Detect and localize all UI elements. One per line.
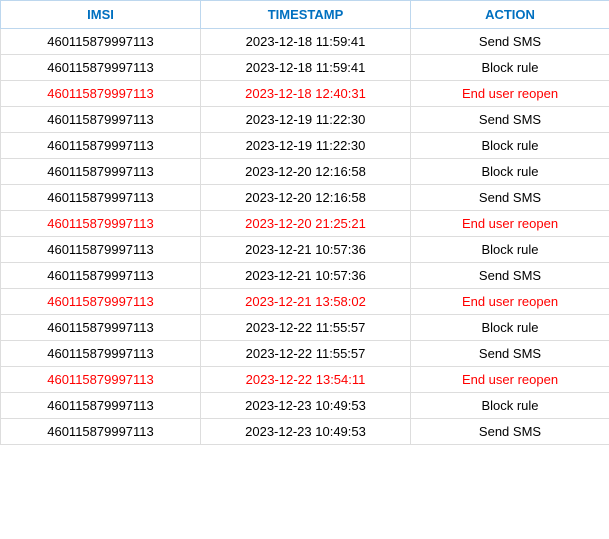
cell-imsi: 460115879997113	[1, 81, 201, 107]
header-timestamp: TIMESTAMP	[201, 1, 411, 29]
table-row: 4601158799971132023-12-20 12:16:58Send S…	[1, 185, 609, 211]
cell-action: Block rule	[411, 315, 609, 341]
table-row: 4601158799971132023-12-19 11:22:30Block …	[1, 133, 609, 159]
cell-imsi: 460115879997113	[1, 393, 201, 419]
table-row: 4601158799971132023-12-18 11:59:41Block …	[1, 55, 609, 81]
cell-timestamp: 2023-12-21 13:58:02	[201, 289, 411, 315]
cell-imsi: 460115879997113	[1, 185, 201, 211]
cell-action: Send SMS	[411, 185, 609, 211]
cell-action: Send SMS	[411, 107, 609, 133]
table-row: 4601158799971132023-12-18 12:40:31End us…	[1, 81, 609, 107]
data-table: IMSI TIMESTAMP ACTION 460115879997113202…	[0, 0, 609, 445]
cell-imsi: 460115879997113	[1, 107, 201, 133]
cell-timestamp: 2023-12-20 21:25:21	[201, 211, 411, 237]
table-row: 4601158799971132023-12-19 11:22:30Send S…	[1, 107, 609, 133]
cell-imsi: 460115879997113	[1, 211, 201, 237]
cell-imsi: 460115879997113	[1, 419, 201, 445]
cell-action: Send SMS	[411, 419, 609, 445]
cell-imsi: 460115879997113	[1, 55, 201, 81]
cell-action: Send SMS	[411, 341, 609, 367]
table-row: 4601158799971132023-12-18 11:59:41Send S…	[1, 29, 609, 55]
cell-timestamp: 2023-12-21 10:57:36	[201, 263, 411, 289]
cell-timestamp: 2023-12-20 12:16:58	[201, 159, 411, 185]
cell-action: End user reopen	[411, 367, 609, 393]
cell-action: Block rule	[411, 237, 609, 263]
table-row: 4601158799971132023-12-23 10:49:53Block …	[1, 393, 609, 419]
table-row: 4601158799971132023-12-21 10:57:36Block …	[1, 237, 609, 263]
cell-timestamp: 2023-12-19 11:22:30	[201, 107, 411, 133]
cell-timestamp: 2023-12-22 11:55:57	[201, 341, 411, 367]
cell-action: Send SMS	[411, 263, 609, 289]
cell-timestamp: 2023-12-21 10:57:36	[201, 237, 411, 263]
cell-imsi: 460115879997113	[1, 341, 201, 367]
header-action: ACTION	[411, 1, 609, 29]
cell-timestamp: 2023-12-23 10:49:53	[201, 419, 411, 445]
cell-imsi: 460115879997113	[1, 159, 201, 185]
cell-timestamp: 2023-12-18 11:59:41	[201, 29, 411, 55]
table-row: 4601158799971132023-12-21 10:57:36Send S…	[1, 263, 609, 289]
table-row: 4601158799971132023-12-22 11:55:57Block …	[1, 315, 609, 341]
table-row: 4601158799971132023-12-20 12:16:58Block …	[1, 159, 609, 185]
cell-imsi: 460115879997113	[1, 237, 201, 263]
table-row: 4601158799971132023-12-20 21:25:21End us…	[1, 211, 609, 237]
cell-timestamp: 2023-12-18 12:40:31	[201, 81, 411, 107]
cell-action: Block rule	[411, 55, 609, 81]
cell-action: Block rule	[411, 393, 609, 419]
header-imsi: IMSI	[1, 1, 201, 29]
table-row: 4601158799971132023-12-22 13:54:11End us…	[1, 367, 609, 393]
table-row: 4601158799971132023-12-22 11:55:57Send S…	[1, 341, 609, 367]
cell-action: End user reopen	[411, 289, 609, 315]
cell-imsi: 460115879997113	[1, 133, 201, 159]
cell-imsi: 460115879997113	[1, 289, 201, 315]
cell-timestamp: 2023-12-22 11:55:57	[201, 315, 411, 341]
table-header-row: IMSI TIMESTAMP ACTION	[1, 1, 609, 29]
cell-timestamp: 2023-12-18 11:59:41	[201, 55, 411, 81]
cell-imsi: 460115879997113	[1, 315, 201, 341]
cell-timestamp: 2023-12-22 13:54:11	[201, 367, 411, 393]
cell-imsi: 460115879997113	[1, 29, 201, 55]
cell-action: End user reopen	[411, 81, 609, 107]
cell-timestamp: 2023-12-23 10:49:53	[201, 393, 411, 419]
table-row: 4601158799971132023-12-21 13:58:02End us…	[1, 289, 609, 315]
cell-action: Send SMS	[411, 29, 609, 55]
table-row: 4601158799971132023-12-23 10:49:53Send S…	[1, 419, 609, 445]
cell-action: Block rule	[411, 133, 609, 159]
cell-action: End user reopen	[411, 211, 609, 237]
cell-imsi: 460115879997113	[1, 263, 201, 289]
cell-timestamp: 2023-12-19 11:22:30	[201, 133, 411, 159]
cell-action: Block rule	[411, 159, 609, 185]
cell-timestamp: 2023-12-20 12:16:58	[201, 185, 411, 211]
cell-imsi: 460115879997113	[1, 367, 201, 393]
